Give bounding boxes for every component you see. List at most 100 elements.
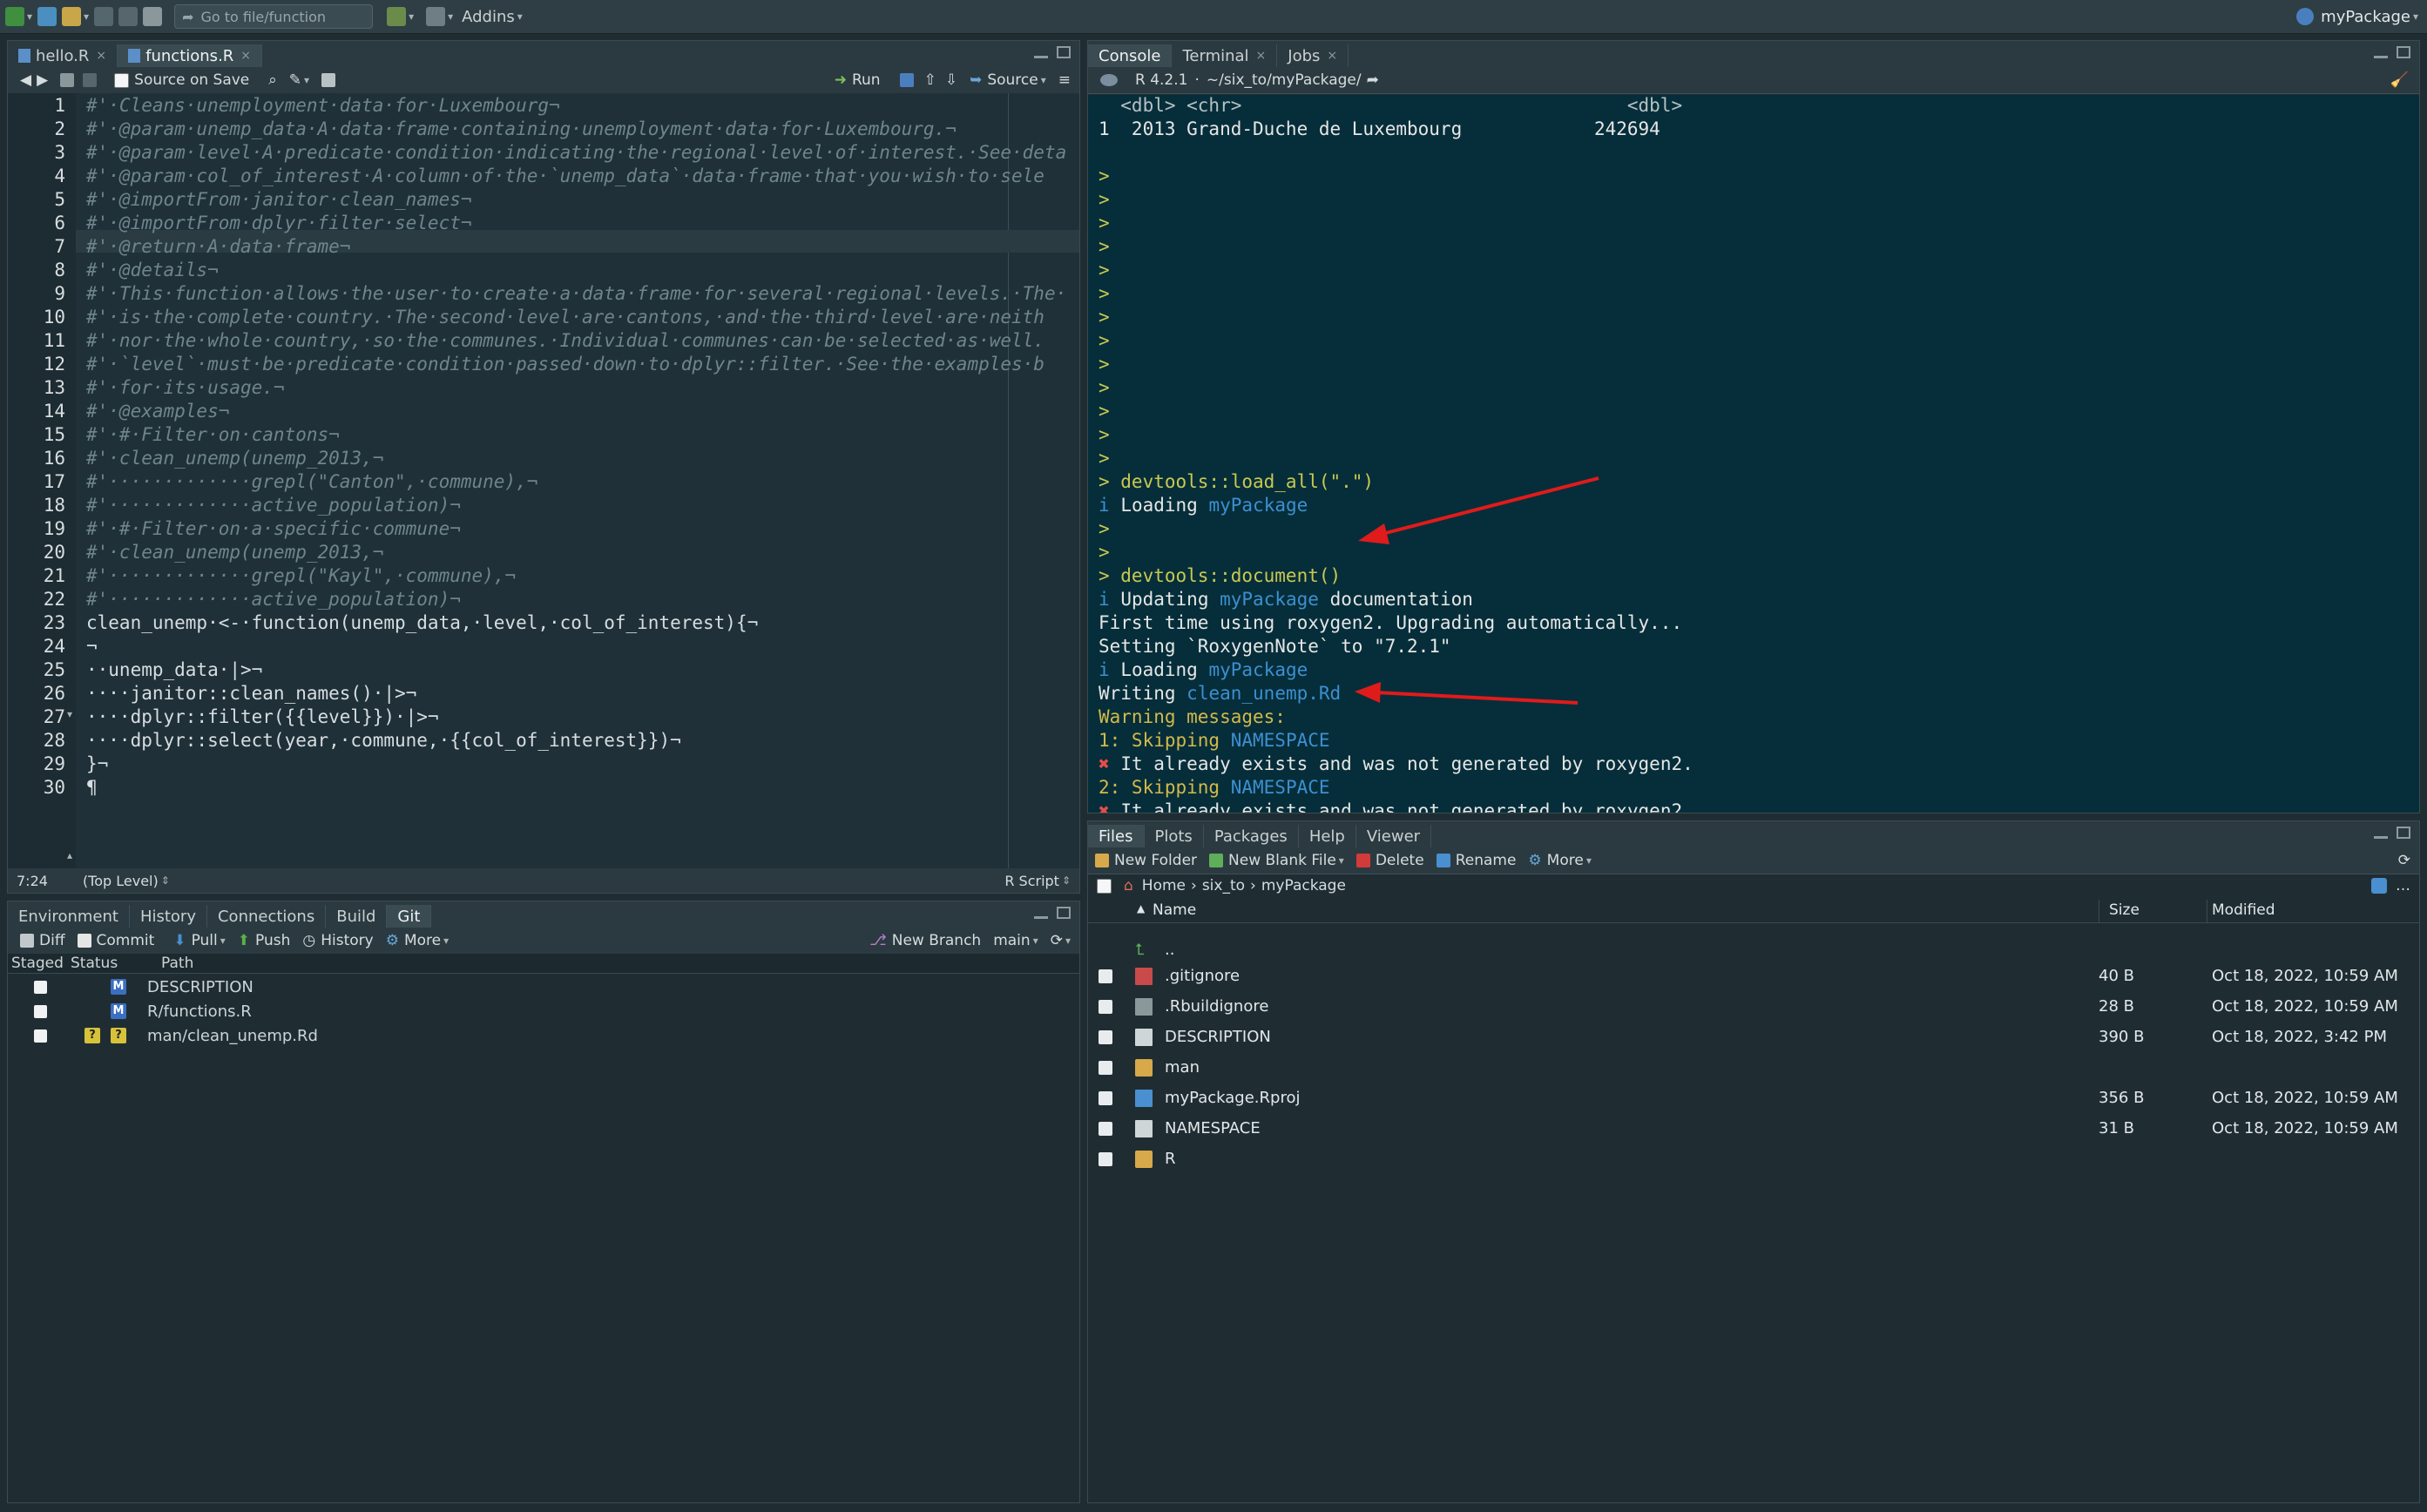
addins-menu[interactable]: Addins ▾ bbox=[462, 4, 523, 29]
select-all-checkbox[interactable] bbox=[1097, 878, 1112, 894]
col-name[interactable]: Name bbox=[1153, 901, 1196, 919]
source-on-save[interactable]: Source on Save bbox=[114, 71, 249, 89]
file-name[interactable]: .Rbuildignore bbox=[1165, 997, 1268, 1016]
file-type-menu[interactable]: R Script ⇕ bbox=[1004, 873, 1071, 889]
git-row[interactable]: M DESCRIPTION bbox=[8, 975, 1079, 999]
save-icon[interactable] bbox=[94, 4, 114, 29]
search-icon[interactable]: ⌕ bbox=[268, 71, 277, 89]
diff-button[interactable]: Diff bbox=[20, 932, 65, 949]
maximize-icon[interactable] bbox=[2397, 46, 2410, 58]
tab-help[interactable]: Help bbox=[1299, 825, 1356, 847]
maximize-icon[interactable] bbox=[1057, 46, 1071, 58]
code-editor[interactable]: 1 #'·Cleans·unemployment·data·for·Luxembo… bbox=[8, 93, 1079, 893]
scope-menu[interactable]: (Top Level) ⇕ bbox=[83, 873, 170, 889]
clear-console-icon[interactable]: 🧹 bbox=[2390, 71, 2409, 89]
minimize-icon[interactable] bbox=[2374, 55, 2388, 58]
tab-history[interactable]: History bbox=[130, 905, 207, 928]
source-on-save-checkbox[interactable] bbox=[114, 72, 130, 88]
tab-connections[interactable]: Connections bbox=[207, 905, 327, 928]
outline-icon[interactable]: ≡ bbox=[1058, 71, 1071, 89]
r-project-icon[interactable] bbox=[2371, 878, 2387, 894]
file-row[interactable]: myPackage.Rproj 356 B Oct 18, 2022, 10:59 … bbox=[1088, 1083, 2419, 1113]
more-button[interactable]: ⚙ More ▾ bbox=[1528, 852, 1591, 869]
staged-checkbox[interactable] bbox=[34, 1029, 47, 1043]
file-row[interactable]: .gitignore 40 B Oct 18, 2022, 10:59 AM bbox=[1088, 961, 2419, 991]
save-icon[interactable] bbox=[83, 73, 102, 87]
col-size[interactable]: Size bbox=[2109, 901, 2140, 919]
goto-file-input[interactable]: ➦ Go to file/function bbox=[174, 4, 374, 29]
code-tools-icon[interactable]: ✎ ▾ bbox=[289, 71, 309, 89]
new-file-icon[interactable]: ▾ bbox=[5, 4, 32, 29]
git-row[interactable]: M R/functions.R bbox=[8, 999, 1079, 1023]
forward-icon[interactable]: ▶ bbox=[37, 71, 48, 89]
file-name[interactable]: DESCRIPTION bbox=[1165, 1028, 1271, 1046]
ellipsis-icon[interactable]: … bbox=[2396, 877, 2410, 894]
goto-dir-icon[interactable]: ➦ bbox=[1367, 71, 1379, 89]
console-output[interactable]: <dbl> <chr> <dbl> 1 2013 Grand-Duche de … bbox=[1088, 95, 2419, 813]
down-icon[interactable]: ⇩ bbox=[945, 71, 957, 89]
file-row[interactable]: NAMESPACE 31 B Oct 18, 2022, 10:59 AM bbox=[1088, 1113, 2419, 1144]
file-checkbox[interactable] bbox=[1099, 1060, 1112, 1075]
file-row[interactable]: man bbox=[1088, 1052, 2419, 1083]
tab-viewer[interactable]: Viewer bbox=[1356, 825, 1432, 847]
fold-icon[interactable]: ▾ bbox=[67, 708, 72, 720]
file-name[interactable]: .gitignore bbox=[1165, 967, 1240, 985]
staged-checkbox[interactable] bbox=[34, 980, 47, 994]
commit-button[interactable]: Commit bbox=[77, 932, 154, 949]
tab-files[interactable]: Files bbox=[1088, 825, 1145, 847]
file-checkbox[interactable] bbox=[1099, 999, 1112, 1014]
file-checkbox[interactable] bbox=[1099, 1121, 1112, 1136]
file-name[interactable]: NAMESPACE bbox=[1165, 1119, 1261, 1137]
pull-button[interactable]: ⬇ Pull ▾ bbox=[173, 932, 225, 949]
back-icon[interactable]: ◀ bbox=[20, 71, 31, 89]
vcs-icon[interactable]: ▾ bbox=[387, 4, 414, 29]
minimize-icon[interactable] bbox=[1034, 55, 1048, 58]
git-row[interactable]: ?? man/clean_unemp.Rd bbox=[8, 1023, 1079, 1048]
close-icon[interactable]: × bbox=[240, 49, 251, 63]
run-button[interactable]: ➜ Run bbox=[835, 71, 881, 89]
tab-plots[interactable]: Plots bbox=[1145, 825, 1204, 847]
close-icon[interactable]: × bbox=[1256, 49, 1267, 63]
tab-git[interactable]: Git bbox=[387, 905, 432, 928]
compile-report-icon[interactable] bbox=[321, 73, 341, 87]
push-button[interactable]: ⬆ Push bbox=[238, 932, 291, 949]
new-branch-button[interactable]: ⎇ New Branch bbox=[869, 932, 981, 949]
file-checkbox[interactable] bbox=[1099, 1029, 1112, 1044]
source-button[interactable]: ➥ Source ▾ bbox=[970, 71, 1046, 89]
delete-button[interactable]: Delete bbox=[1355, 852, 1424, 869]
print-icon[interactable] bbox=[143, 4, 163, 29]
tab-terminal[interactable]: Terminal × bbox=[1172, 44, 1278, 67]
show-in-window-icon[interactable] bbox=[60, 73, 79, 87]
new-folder-button[interactable]: New Folder bbox=[1095, 852, 1197, 869]
rename-button[interactable]: Rename bbox=[1436, 852, 1516, 869]
col-modified[interactable]: Modified bbox=[2212, 901, 2275, 919]
file-name[interactable]: R bbox=[1165, 1150, 1176, 1168]
tab-build[interactable]: Build bbox=[326, 905, 388, 928]
minimize-icon[interactable] bbox=[2374, 835, 2388, 839]
file-row[interactable]: R bbox=[1088, 1144, 2419, 1174]
maximize-icon[interactable] bbox=[2397, 827, 2410, 839]
tab-functions-r[interactable]: functions.R × bbox=[118, 44, 263, 67]
tab-hello-r[interactable]: hello.R × bbox=[8, 44, 118, 67]
col-path[interactable]: Path bbox=[161, 955, 193, 972]
branch-select[interactable]: main ▾ bbox=[993, 932, 1038, 949]
history-button[interactable]: ◷ History bbox=[302, 932, 373, 949]
file-checkbox[interactable] bbox=[1099, 1151, 1112, 1166]
project-menu[interactable]: myPackage ▾ bbox=[2296, 0, 2418, 33]
col-status[interactable]: Status bbox=[71, 955, 118, 972]
refresh-icon[interactable]: ⟳ bbox=[2398, 852, 2410, 869]
file-name[interactable]: man bbox=[1165, 1058, 1200, 1077]
tab-jobs[interactable]: Jobs × bbox=[1277, 44, 1349, 67]
close-icon[interactable]: × bbox=[1327, 49, 1337, 63]
minimize-icon[interactable] bbox=[1034, 915, 1048, 919]
save-all-icon[interactable] bbox=[118, 4, 139, 29]
working-directory[interactable]: ~/six_to/myPackage/ bbox=[1207, 71, 1362, 89]
tab-environment[interactable]: Environment bbox=[8, 905, 130, 928]
refresh-icon[interactable]: ⟳ ▾ bbox=[1051, 932, 1071, 949]
maximize-icon[interactable] bbox=[1057, 907, 1071, 919]
rerun-icon[interactable] bbox=[899, 73, 919, 87]
file-checkbox[interactable] bbox=[1099, 1090, 1112, 1105]
new-project-icon[interactable] bbox=[37, 4, 57, 29]
close-icon[interactable]: × bbox=[96, 49, 106, 63]
layout-icon[interactable]: ▾ bbox=[426, 4, 453, 29]
